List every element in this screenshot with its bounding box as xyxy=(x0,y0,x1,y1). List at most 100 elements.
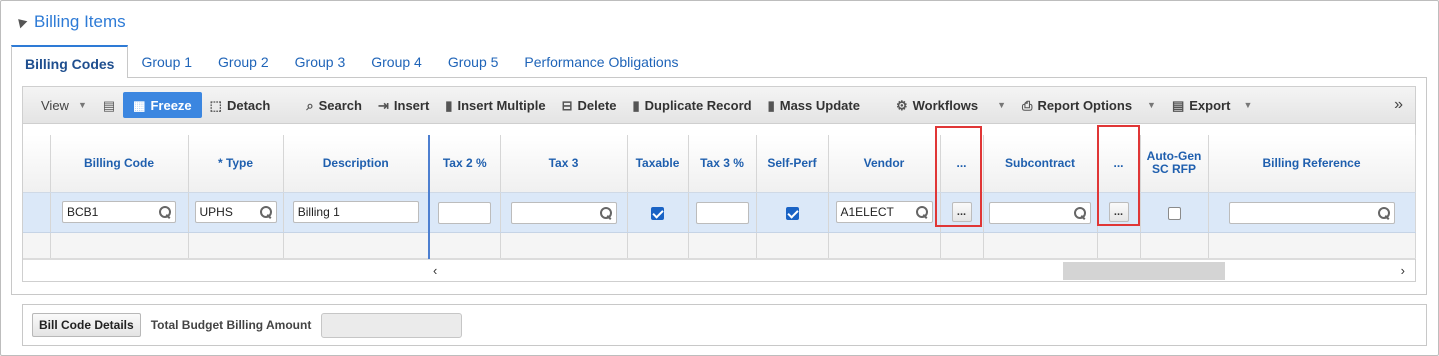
export-menu[interactable]: ▤ Export ▼ xyxy=(1164,92,1260,118)
search-icon[interactable] xyxy=(1074,206,1086,219)
print-icon: ⎙ xyxy=(1022,97,1033,113)
tab-group-5[interactable]: Group 5 xyxy=(435,45,512,78)
billing-reference-input[interactable] xyxy=(1228,201,1395,224)
grid-toolbar: View ▼ ▤ ▦ Freeze ⬚ Detach ⌕ Search ⇥ In… xyxy=(23,87,1415,124)
tab-bar: Billing Codes Group 1 Group 2 Group 3 Gr… xyxy=(11,45,692,78)
description-input[interactable]: Billing 1 xyxy=(292,201,419,223)
total-budget-billing-amount-field xyxy=(321,312,463,338)
search-icon[interactable] xyxy=(259,206,272,218)
chevron-down-icon: ▼ xyxy=(1243,100,1253,110)
type-value: UPHS xyxy=(199,205,233,219)
column-header-tax3-pct[interactable]: Tax 3 % xyxy=(688,135,757,193)
mass-update-button[interactable]: ▮ Mass Update xyxy=(760,92,868,118)
filter-icon: ▤ xyxy=(102,97,116,113)
insert-row-icon: ⇥ xyxy=(377,97,389,113)
search-button[interactable]: ⌕ Search xyxy=(298,92,370,118)
tab-performance-obligations[interactable]: Performance Obligations xyxy=(511,45,691,78)
column-header-taxable[interactable]: Taxable xyxy=(627,135,689,193)
insert-multiple-icon: ▮ xyxy=(445,97,453,113)
scroll-left-icon[interactable]: ‹ xyxy=(433,263,437,278)
column-header-type[interactable]: * Type xyxy=(188,135,284,193)
total-budget-billing-amount-label: Total Budget Billing Amount xyxy=(150,318,312,332)
column-header-auto-gen-sc-rfp[interactable]: Auto-Gen SC RFP xyxy=(1140,135,1209,193)
auto-gen-sc-rfp-checkbox[interactable] xyxy=(1167,206,1181,220)
section-header[interactable]: Billing Items xyxy=(14,11,126,33)
insert-multiple-label: Insert Multiple xyxy=(457,97,546,113)
workflows-menu[interactable]: ⚙ Workflows ▼ xyxy=(888,92,1014,118)
column-header-description[interactable]: Description xyxy=(283,135,430,193)
mass-update-icon: ▮ xyxy=(767,97,775,113)
search-icon[interactable] xyxy=(1377,206,1390,219)
duplicate-record-button[interactable]: ▮ Duplicate Record xyxy=(625,92,760,118)
scroll-right-icon[interactable]: › xyxy=(1401,263,1405,278)
tab-group-3[interactable]: Group 3 xyxy=(282,45,359,78)
vendor-value: A1ELECT xyxy=(840,205,894,219)
chevron-down-icon: ▼ xyxy=(1147,100,1156,110)
column-header-vendor[interactable]: Vendor xyxy=(828,135,941,193)
table-row[interactable]: BCB1 UPHS Billing 1 A1ELECT ... ... xyxy=(23,192,1416,233)
report-options-menu[interactable]: ⎙ Report Options ▼ xyxy=(1014,92,1164,118)
mass-update-label: Mass Update xyxy=(779,97,860,113)
billing-codes-panel: View ▼ ▤ ▦ Freeze ⬚ Detach ⌕ Search ⇥ In… xyxy=(11,77,1427,295)
chevron-down-icon: ▼ xyxy=(77,100,87,110)
delete-label: Delete xyxy=(577,97,617,113)
vendor-input[interactable]: A1ELECT xyxy=(835,201,933,223)
column-header-vendor-ellipsis[interactable]: ... xyxy=(940,135,984,193)
bill-code-details-button[interactable]: Bill Code Details xyxy=(32,313,141,337)
scrollbar-thumb[interactable] xyxy=(1063,262,1225,280)
column-header-tax2-pct[interactable]: Tax 2 % xyxy=(429,135,501,193)
billing-grid: View ▼ ▤ ▦ Freeze ⬚ Detach ⌕ Search ⇥ In… xyxy=(22,86,1416,282)
type-input[interactable]: UPHS xyxy=(194,201,277,223)
toolbar-overflow-button[interactable]: » xyxy=(1386,92,1415,118)
search-label: Search xyxy=(318,97,362,113)
view-menu[interactable]: View ▼ xyxy=(33,92,95,118)
insert-multiple-button[interactable]: ▮ Insert Multiple xyxy=(437,92,553,118)
column-header-subcontract[interactable]: Subcontract xyxy=(983,135,1098,193)
delete-button[interactable]: ⊟ Delete xyxy=(554,92,625,118)
collapse-triangle-icon[interactable] xyxy=(14,15,28,29)
tab-billing-codes[interactable]: Billing Codes xyxy=(11,45,129,78)
footer-panel: Bill Code Details Total Budget Billing A… xyxy=(22,304,1427,346)
column-header-self-perf[interactable]: Self-Perf xyxy=(756,135,829,193)
chevron-down-icon: ▼ xyxy=(997,100,1007,110)
tax3-input[interactable] xyxy=(510,201,617,224)
detach-icon: ⬚ xyxy=(209,97,222,113)
export-label: Export xyxy=(1189,97,1231,113)
billing-code-input[interactable]: BCB1 xyxy=(62,201,176,223)
freeze-button[interactable]: ▦ Freeze xyxy=(123,92,202,118)
tab-group-4[interactable]: Group 4 xyxy=(358,45,435,78)
search-icon[interactable] xyxy=(599,206,612,219)
section-title: Billing Items xyxy=(34,12,126,31)
column-header-billing-code[interactable]: Billing Code xyxy=(50,135,189,193)
export-icon: ▤ xyxy=(1171,97,1185,113)
detach-button[interactable]: ⬚ Detach xyxy=(202,92,279,118)
horizontal-scrollbar[interactable]: ‹ › xyxy=(23,259,1415,281)
duplicate-icon: ▮ xyxy=(632,97,640,113)
row-selector[interactable] xyxy=(23,192,51,233)
tab-group-2[interactable]: Group 2 xyxy=(205,45,282,78)
subcontract-lookup-button[interactable]: ... xyxy=(1108,202,1129,222)
gear-icon: ⚙ xyxy=(895,97,908,113)
view-label: View xyxy=(41,97,69,113)
duplicate-record-label: Duplicate Record xyxy=(644,97,752,113)
search-icon[interactable] xyxy=(915,206,928,218)
insert-button[interactable]: ⇥ Insert xyxy=(370,92,437,118)
detach-label: Detach xyxy=(226,97,271,113)
column-header-tax3[interactable]: Tax 3 xyxy=(500,135,628,193)
subcontract-input[interactable] xyxy=(989,201,1091,224)
column-header-subcontract-ellipsis[interactable]: ... xyxy=(1097,135,1141,193)
report-options-label: Report Options xyxy=(1037,97,1133,113)
billing-code-value: BCB1 xyxy=(67,205,99,219)
vendor-lookup-button[interactable]: ... xyxy=(951,202,972,222)
table-row-empty xyxy=(23,232,1416,259)
column-header-billing-reference[interactable]: Billing Reference xyxy=(1208,135,1416,193)
taxable-checkbox[interactable] xyxy=(651,206,664,220)
freeze-label: Freeze xyxy=(150,97,192,113)
row-selector-header xyxy=(23,135,51,193)
filter-button[interactable]: ▤ xyxy=(95,92,123,118)
search-icon[interactable] xyxy=(159,206,171,218)
tax2-pct-input[interactable] xyxy=(438,201,492,224)
self-perf-checkbox[interactable] xyxy=(785,206,799,220)
tab-group-1[interactable]: Group 1 xyxy=(128,45,205,78)
tax3-pct-input[interactable] xyxy=(695,201,749,224)
